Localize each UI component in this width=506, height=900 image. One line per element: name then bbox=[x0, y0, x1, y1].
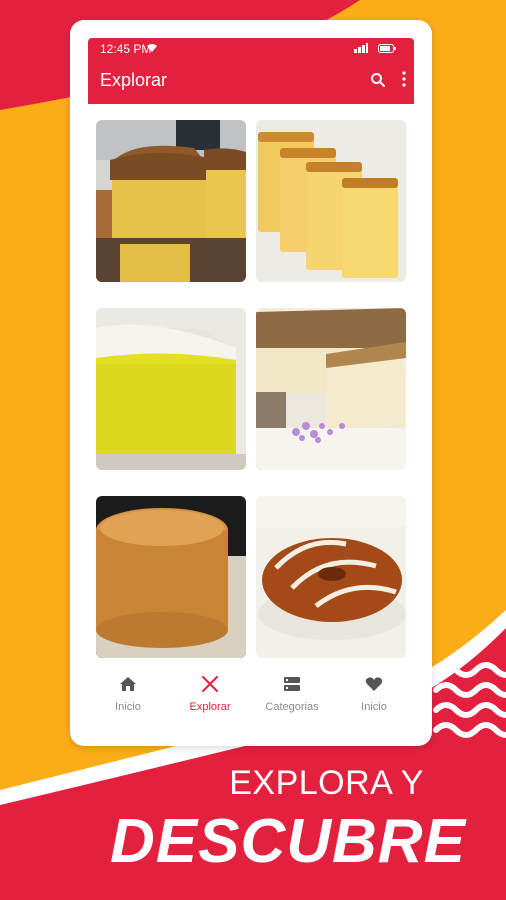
signal-icon bbox=[354, 43, 368, 53]
grid-item-1[interactable] bbox=[96, 120, 246, 282]
grid-item-2[interactable] bbox=[256, 120, 406, 282]
wifi-icon bbox=[147, 44, 157, 52]
cake-photo bbox=[96, 308, 246, 470]
cake-photo bbox=[96, 120, 246, 282]
app-header: 12:45 PM Explorar bbox=[88, 38, 414, 104]
home-icon bbox=[120, 677, 136, 691]
cake-photo bbox=[96, 496, 246, 658]
promo-line-1: EXPLORA Y bbox=[229, 764, 424, 802]
nav-item-categorias[interactable]: Categorias bbox=[252, 676, 332, 713]
more-vert-icon[interactable] bbox=[402, 71, 406, 87]
battery-icon bbox=[378, 44, 396, 53]
cake-photo bbox=[256, 496, 406, 658]
nav-label: Inicio bbox=[115, 701, 141, 713]
nav-item-inicio[interactable]: Inicio bbox=[88, 676, 168, 713]
nav-label: Categorias bbox=[265, 701, 319, 713]
promo-line-2: DESCUBRE bbox=[110, 807, 466, 876]
bottom-nav: Inicio Explorar Categorias Inicio bbox=[88, 676, 414, 726]
utensils-icon bbox=[202, 676, 218, 692]
grid-item-6[interactable] bbox=[256, 496, 406, 658]
nav-label: Inicio bbox=[361, 701, 387, 713]
page-title: Explorar bbox=[100, 70, 168, 90]
grid-item-3[interactable] bbox=[96, 308, 246, 470]
nav-label: Explorar bbox=[189, 701, 231, 713]
nav-item-explorar[interactable]: Explorar bbox=[170, 676, 250, 713]
status-bar: 12:45 PM bbox=[88, 38, 414, 60]
categories-icon bbox=[284, 677, 300, 691]
grid-item-5[interactable] bbox=[96, 496, 246, 658]
heart-icon bbox=[365, 677, 383, 691]
grid-item-4[interactable] bbox=[256, 308, 406, 470]
cake-photo bbox=[256, 308, 406, 470]
status-time: 12:45 PM bbox=[100, 42, 152, 56]
search-icon[interactable] bbox=[370, 72, 386, 88]
nav-item-favoritos[interactable]: Inicio bbox=[334, 676, 414, 713]
cake-photo bbox=[256, 120, 406, 282]
